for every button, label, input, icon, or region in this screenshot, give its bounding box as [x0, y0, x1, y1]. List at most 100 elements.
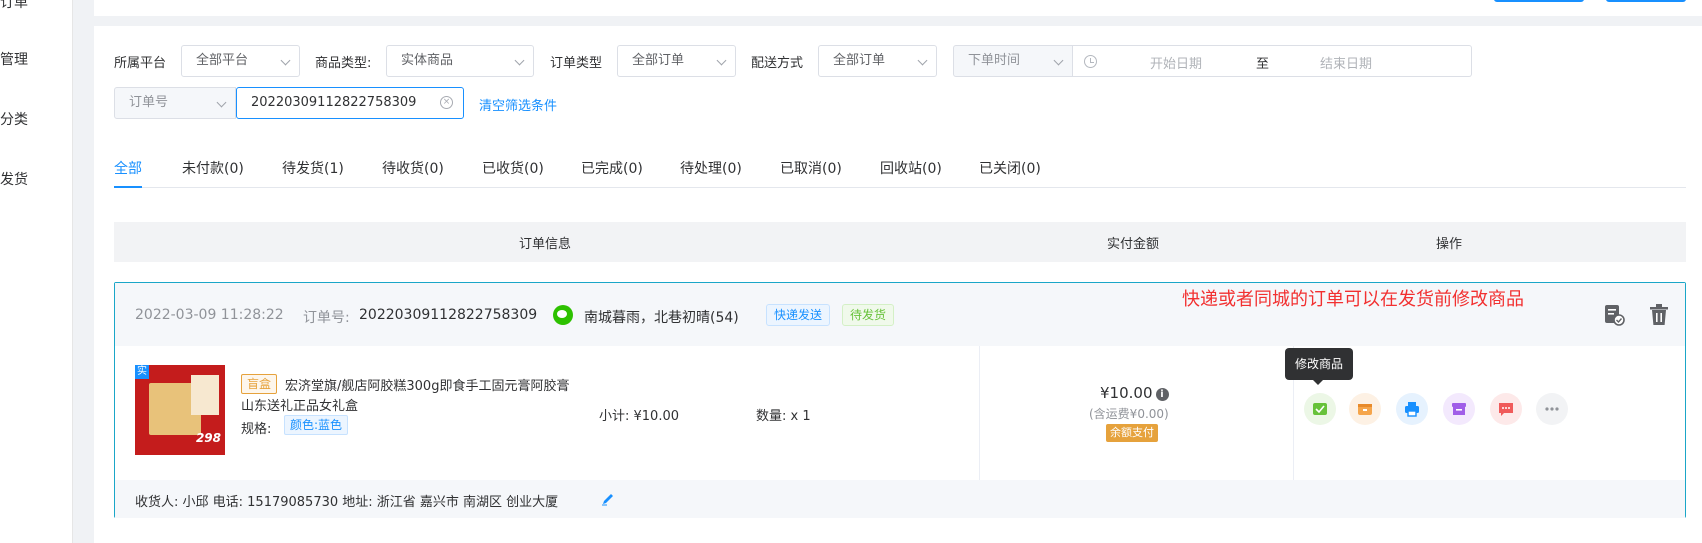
delivery-select-value: 全部订单 [833, 53, 886, 68]
paid-amount: ¥10.00 i [1100, 384, 1169, 402]
tab-all[interactable]: 全部 [114, 158, 142, 178]
product-title-line1[interactable]: 宏济堂旗/舰店阿胶糕300g即食手工固元膏阿胶膏 [285, 375, 569, 394]
tabs-divider [114, 187, 1686, 188]
message-icon [1499, 403, 1513, 416]
search-field-select[interactable]: 订单号 [114, 87, 236, 119]
box-icon [1358, 404, 1372, 415]
info-icon[interactable]: i [1155, 388, 1169, 401]
tab-recycle-bin[interactable]: 回收站(0) [880, 158, 942, 178]
search-field-select-value: 订单号 [129, 95, 169, 110]
order-no: 20220309112822758309 [359, 307, 538, 323]
tab-closed[interactable]: 已关闭(0) [979, 158, 1041, 178]
order-card: 2022-03-09 11:28:22 订单号: 202203091128227… [114, 282, 1686, 518]
message-button[interactable] [1490, 393, 1522, 425]
goods-type-select[interactable]: 实体商品 [386, 45, 534, 77]
top-action-button[interactable] [1606, 0, 1686, 2]
status-badge: 待发货 [842, 304, 895, 326]
order-footer: 收货人: 小邱 电话: 15179085730 地址: 浙江省 嘉兴市 南湖区 … [115, 480, 1685, 518]
subtotal: 小计: ¥10.00 [599, 409, 679, 424]
chevron-down-icon [1053, 55, 1064, 66]
platform-select-value: 全部平台 [196, 53, 249, 68]
order-type-select-value: 全部订单 [632, 53, 685, 68]
product-thumbnail[interactable]: 实 298 [135, 365, 225, 455]
order-date: 2022-03-09 11:28:22 [135, 307, 284, 323]
ship-button[interactable] [1349, 393, 1381, 425]
edit-goods-icon [1313, 403, 1327, 415]
time-type-select-value: 下单时间 [968, 53, 1021, 68]
spec-tag: 颜色:蓝色 [284, 415, 349, 435]
chevron-down-icon [216, 97, 227, 108]
order-no-label: 订单号: [303, 310, 350, 326]
quantity: 数量: x 1 [756, 409, 811, 424]
top-bar [94, 0, 1702, 16]
active-tab-indicator [114, 186, 142, 188]
remark-icon[interactable] [1603, 303, 1625, 327]
thumb-price: 298 [195, 431, 221, 445]
tab-to-receive[interactable]: 待收货(0) [382, 158, 444, 178]
trash-icon[interactable] [1648, 303, 1670, 327]
tooltip-edit-goods: 修改商品 [1285, 348, 1353, 385]
product-title-line2[interactable]: 山东送礼正品女礼盒 [241, 395, 358, 414]
shipping-fee: (含运费¥0.00) [1089, 407, 1169, 421]
chevron-down-icon [716, 55, 727, 66]
col-actions: 操作 [1436, 237, 1463, 252]
annotation-note: 快递或者同城的订单可以在发货前修改商品 [1182, 289, 1524, 310]
archive-icon [1452, 403, 1466, 415]
receiver-info: 收货人: 小邱 电话: 15179085730 地址: 浙江省 嘉兴市 南湖区 … [135, 495, 559, 510]
column-divider [979, 346, 980, 480]
platform-select[interactable]: 全部平台 [181, 45, 300, 77]
clear-filters-link[interactable]: 清空筛选条件 [479, 95, 557, 114]
col-paid-amount: 实付金额 [1107, 237, 1160, 252]
sidebar: 订单 管理 分类 发货 [0, 0, 73, 543]
pay-method-badge: 余额支付 [1106, 424, 1158, 442]
blind-box-tag: 盲盒 [241, 374, 278, 394]
table-header: 订单信息 实付金额 操作 [114, 222, 1686, 262]
sidebar-item-category[interactable]: 分类 [0, 109, 28, 129]
clear-icon[interactable]: × [440, 96, 453, 109]
chevron-down-icon [514, 55, 525, 66]
buyer-name[interactable]: 南城暮雨，北巷初晴(54) [584, 307, 739, 327]
delivery-label: 配送方式 [751, 56, 804, 71]
goods-type-label: 商品类型: [315, 56, 372, 71]
print-button[interactable] [1396, 393, 1428, 425]
delivery-tag: 快递发送 [766, 304, 831, 326]
tab-completed[interactable]: 已完成(0) [581, 158, 643, 178]
spec-label: 规格: [241, 422, 272, 437]
start-date-input[interactable]: 开始日期 [1150, 53, 1202, 72]
date-range-picker[interactable]: 开始日期 至 结束日期 [1073, 45, 1472, 77]
order-number-input[interactable]: 20220309112822758309 × [236, 87, 464, 119]
paid-amount-value: ¥10.00 [1100, 384, 1153, 402]
tab-cancelled[interactable]: 已取消(0) [780, 158, 842, 178]
thumb-ribbon: 实 [135, 365, 149, 379]
thumb-package [191, 375, 219, 415]
top-action-button[interactable] [1494, 0, 1584, 2]
tab-unpaid[interactable]: 未付款(0) [182, 158, 244, 178]
sidebar-item-orders[interactable]: 订单 [0, 0, 28, 12]
delivery-select[interactable]: 全部订单 [818, 45, 937, 77]
more-button[interactable] [1536, 393, 1568, 425]
edit-goods-button[interactable] [1304, 393, 1336, 425]
sidebar-item-shipping[interactable]: 发货 [0, 169, 28, 189]
tab-to-ship[interactable]: 待发货(1) [282, 158, 344, 178]
goods-type-select-value: 实体商品 [401, 53, 454, 68]
order-header: 2022-03-09 11:28:22 订单号: 202203091128227… [115, 283, 1685, 346]
tab-received[interactable]: 已收货(0) [482, 158, 544, 178]
tab-pending[interactable]: 待处理(0) [680, 158, 742, 178]
order-number-input-value: 20220309112822758309 [251, 95, 417, 110]
archive-button[interactable] [1443, 393, 1475, 425]
col-order-info: 订单信息 [519, 237, 572, 252]
chevron-down-icon [280, 55, 291, 66]
time-type-select[interactable]: 下单时间 [953, 45, 1073, 77]
sidebar-item-management[interactable]: 管理 [0, 49, 28, 69]
platform-label: 所属平台 [114, 56, 167, 71]
more-icon [1545, 407, 1559, 411]
chevron-down-icon [917, 55, 928, 66]
wechat-icon [553, 305, 573, 325]
end-date-input[interactable]: 结束日期 [1320, 53, 1372, 72]
range-separator: 至 [1256, 57, 1270, 72]
order-type-select[interactable]: 全部订单 [617, 45, 736, 77]
order-type-label: 订单类型 [550, 56, 603, 71]
printer-icon [1405, 402, 1419, 417]
clock-icon [1084, 55, 1097, 68]
edit-address-icon[interactable] [601, 492, 615, 506]
